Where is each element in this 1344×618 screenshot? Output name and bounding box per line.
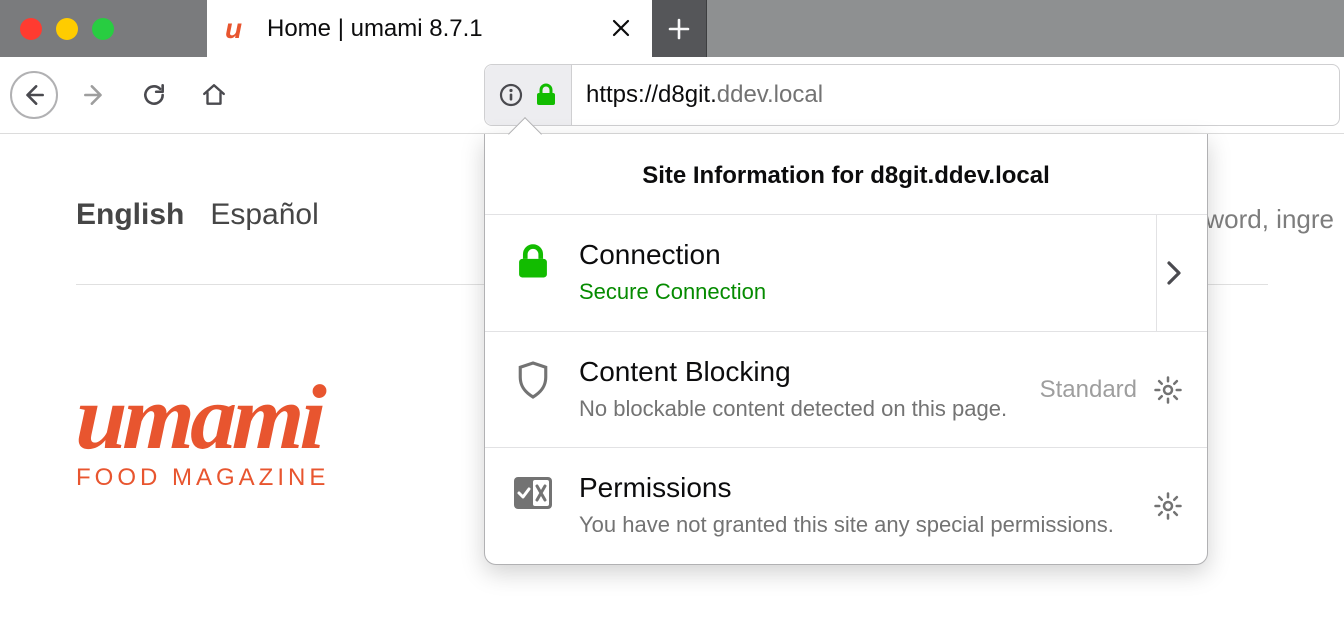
permissions-status: You have not granted this site any speci… [579,510,1145,540]
plus-icon [667,17,691,41]
window-minimize-button[interactable] [56,18,78,40]
url-bar[interactable]: https://d8git.ddev.local [484,64,1340,126]
tabstrip-empty-area [707,0,1344,57]
url-text: https://d8git.ddev.local [572,81,823,109]
arrow-right-icon [81,82,107,108]
gear-icon[interactable] [1153,491,1183,521]
site-identity-popup: Site Information for d8git.ddev.local Co… [484,134,1208,565]
window-zoom-button[interactable] [92,18,114,40]
url-rest: ddev.local [717,81,823,108]
popup-title: Site Information for d8git.ddev.local [485,134,1207,214]
connection-section-icon [509,243,557,281]
reload-icon [141,82,167,108]
site-identity-button[interactable] [485,65,572,125]
site-logo[interactable]: umami FOOD MAGAZINE [76,364,329,492]
gear-icon[interactable] [1153,375,1183,405]
close-icon [612,19,630,37]
language-english-link[interactable]: English [76,198,184,232]
permissions-section: Permissions You have not granted this si… [485,447,1207,564]
language-switcher: English Español [76,198,319,232]
section-separator [1156,215,1157,331]
new-tab-button[interactable] [652,0,707,57]
permissions-badge-icon [513,476,553,510]
connection-title: Connection [579,239,1144,271]
url-host: https://d8git. [586,81,717,108]
home-icon [201,82,227,108]
content-blocking-status: No blockable content detected on this pa… [579,394,1032,424]
browser-tab-active[interactable]: u Home | umami 8.7.1 [207,0,652,57]
search-placeholder-fragment: word, ingre [1205,204,1344,235]
content-blocking-title: Content Blocking [579,356,1032,388]
arrow-left-icon [21,82,47,108]
content-blocking-section: Content Blocking No blockable content de… [485,331,1207,448]
permissions-title: Permissions [579,472,1145,504]
lock-icon [535,83,557,107]
tab-title: Home | umami 8.7.1 [267,15,608,43]
shield-icon [516,360,550,400]
language-espanol-link[interactable]: Español [210,198,318,232]
window-close-button[interactable] [20,18,42,40]
info-icon [499,83,523,107]
content-blocking-icon [509,360,557,400]
back-button[interactable] [10,71,58,119]
window-controls [0,0,207,57]
connection-status: Secure Connection [579,277,1144,307]
content-blocking-level: Standard [1040,376,1137,404]
home-button[interactable] [190,71,238,119]
reload-button[interactable] [130,71,178,119]
tab-close-button[interactable] [608,9,634,48]
web-page-content: English Español word, ingre umami FOOD M… [0,134,1344,618]
chevron-right-icon[interactable] [1165,259,1183,287]
tab-favicon: u [225,14,255,44]
forward-button[interactable] [70,71,118,119]
navigation-toolbar: https://d8git.ddev.local [0,57,1344,134]
lock-icon [516,243,550,281]
logo-wordmark: umami [74,364,331,470]
connection-section[interactable]: Connection Secure Connection [485,214,1207,331]
tab-strip: u Home | umami 8.7.1 [0,0,1344,57]
permissions-icon [509,476,557,510]
